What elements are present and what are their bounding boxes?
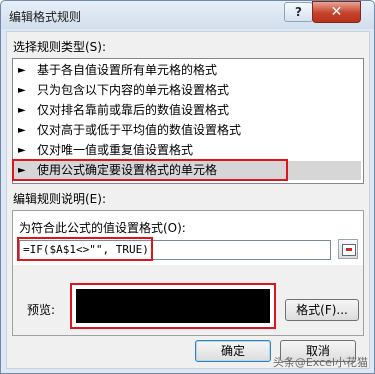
formula-area: 为符合此公式的值设置格式(O): =IF($A$1<>"", TRUE) bbox=[13, 211, 363, 265]
arrow-right-icon: ► bbox=[18, 165, 26, 176]
rule-type-label: 选择规则类型(S): bbox=[13, 40, 107, 54]
range-select-icon bbox=[342, 244, 356, 256]
formula-value: =IF($A$1<>"", TRUE) bbox=[23, 243, 149, 256]
rule-type-item[interactable]: ► 只为包含以下内容的单元格设置格式 bbox=[13, 81, 361, 100]
arrow-right-icon: ► bbox=[18, 145, 26, 156]
title-bar[interactable]: 编辑格式规则 ? ✕ bbox=[1, 1, 374, 29]
rule-type-item[interactable]: ► 仅对高于或低于平均值的数值设置格式 bbox=[13, 121, 361, 140]
rule-type-item[interactable]: ► 仅对排名靠前或靠后的数值设置格式 bbox=[13, 101, 361, 120]
format-button[interactable]: 格式(F)... bbox=[285, 299, 359, 321]
collapse-dialog-button[interactable] bbox=[338, 239, 358, 259]
rule-type-item-label: 使用公式确定要设置格式的单元格 bbox=[37, 163, 218, 177]
rule-description-panel: 为符合此公式的值设置格式(O): =IF($A$1<>"", TRUE) 预览:… bbox=[12, 210, 364, 336]
preview-label: 预览: bbox=[27, 303, 56, 317]
close-button[interactable]: ✕ bbox=[312, 1, 361, 23]
arrow-right-icon: ► bbox=[18, 125, 26, 136]
arrow-right-icon: ► bbox=[18, 105, 26, 116]
help-button[interactable]: ? bbox=[284, 2, 313, 22]
rule-type-item-label: 仅对高于或低于平均值的数值设置格式 bbox=[37, 123, 242, 137]
rule-type-item-selected[interactable]: ► 使用公式确定要设置格式的单元格 bbox=[13, 161, 361, 180]
arrow-right-icon: ► bbox=[18, 85, 26, 96]
edit-format-rule-dialog: 编辑格式规则 ? ✕ 选择规则类型(S): ► 基于各自值设置所有单元格的格式 … bbox=[0, 0, 375, 374]
rule-type-item[interactable]: ► 基于各自值设置所有单元格的格式 bbox=[13, 61, 361, 80]
formula-input[interactable]: =IF($A$1<>"", TRUE) bbox=[19, 240, 331, 260]
dialog-content: 选择规则类型(S): ► 基于各自值设置所有单元格的格式 ► 只为包含以下内容的… bbox=[6, 31, 370, 369]
preview-box bbox=[70, 283, 276, 329]
ok-button[interactable]: 确定 bbox=[195, 340, 271, 362]
rule-type-item-label: 仅对排名靠前或靠后的数值设置格式 bbox=[37, 103, 230, 117]
rule-type-list[interactable]: ► 基于各自值设置所有单元格的格式 ► 只为包含以下内容的单元格设置格式 ► 仅… bbox=[12, 58, 364, 184]
preview-sample bbox=[76, 289, 270, 323]
rule-type-item[interactable]: ► 仅对唯一值或重复值设置格式 bbox=[13, 141, 361, 160]
rule-type-item-label: 只为包含以下内容的单元格设置格式 bbox=[37, 83, 230, 97]
dialog-title: 编辑格式规则 bbox=[9, 10, 82, 24]
watermark: 头条@Excel小花猫 bbox=[272, 356, 368, 369]
rule-type-item-label: 基于各自值设置所有单元格的格式 bbox=[37, 63, 218, 77]
rule-desc-label: 编辑规则说明(E): bbox=[13, 192, 106, 206]
formula-label: 为符合此公式的值设置格式(O): bbox=[19, 221, 186, 235]
arrow-right-icon: ► bbox=[18, 65, 26, 76]
rule-type-item-label: 仅对唯一值或重复值设置格式 bbox=[37, 143, 194, 157]
